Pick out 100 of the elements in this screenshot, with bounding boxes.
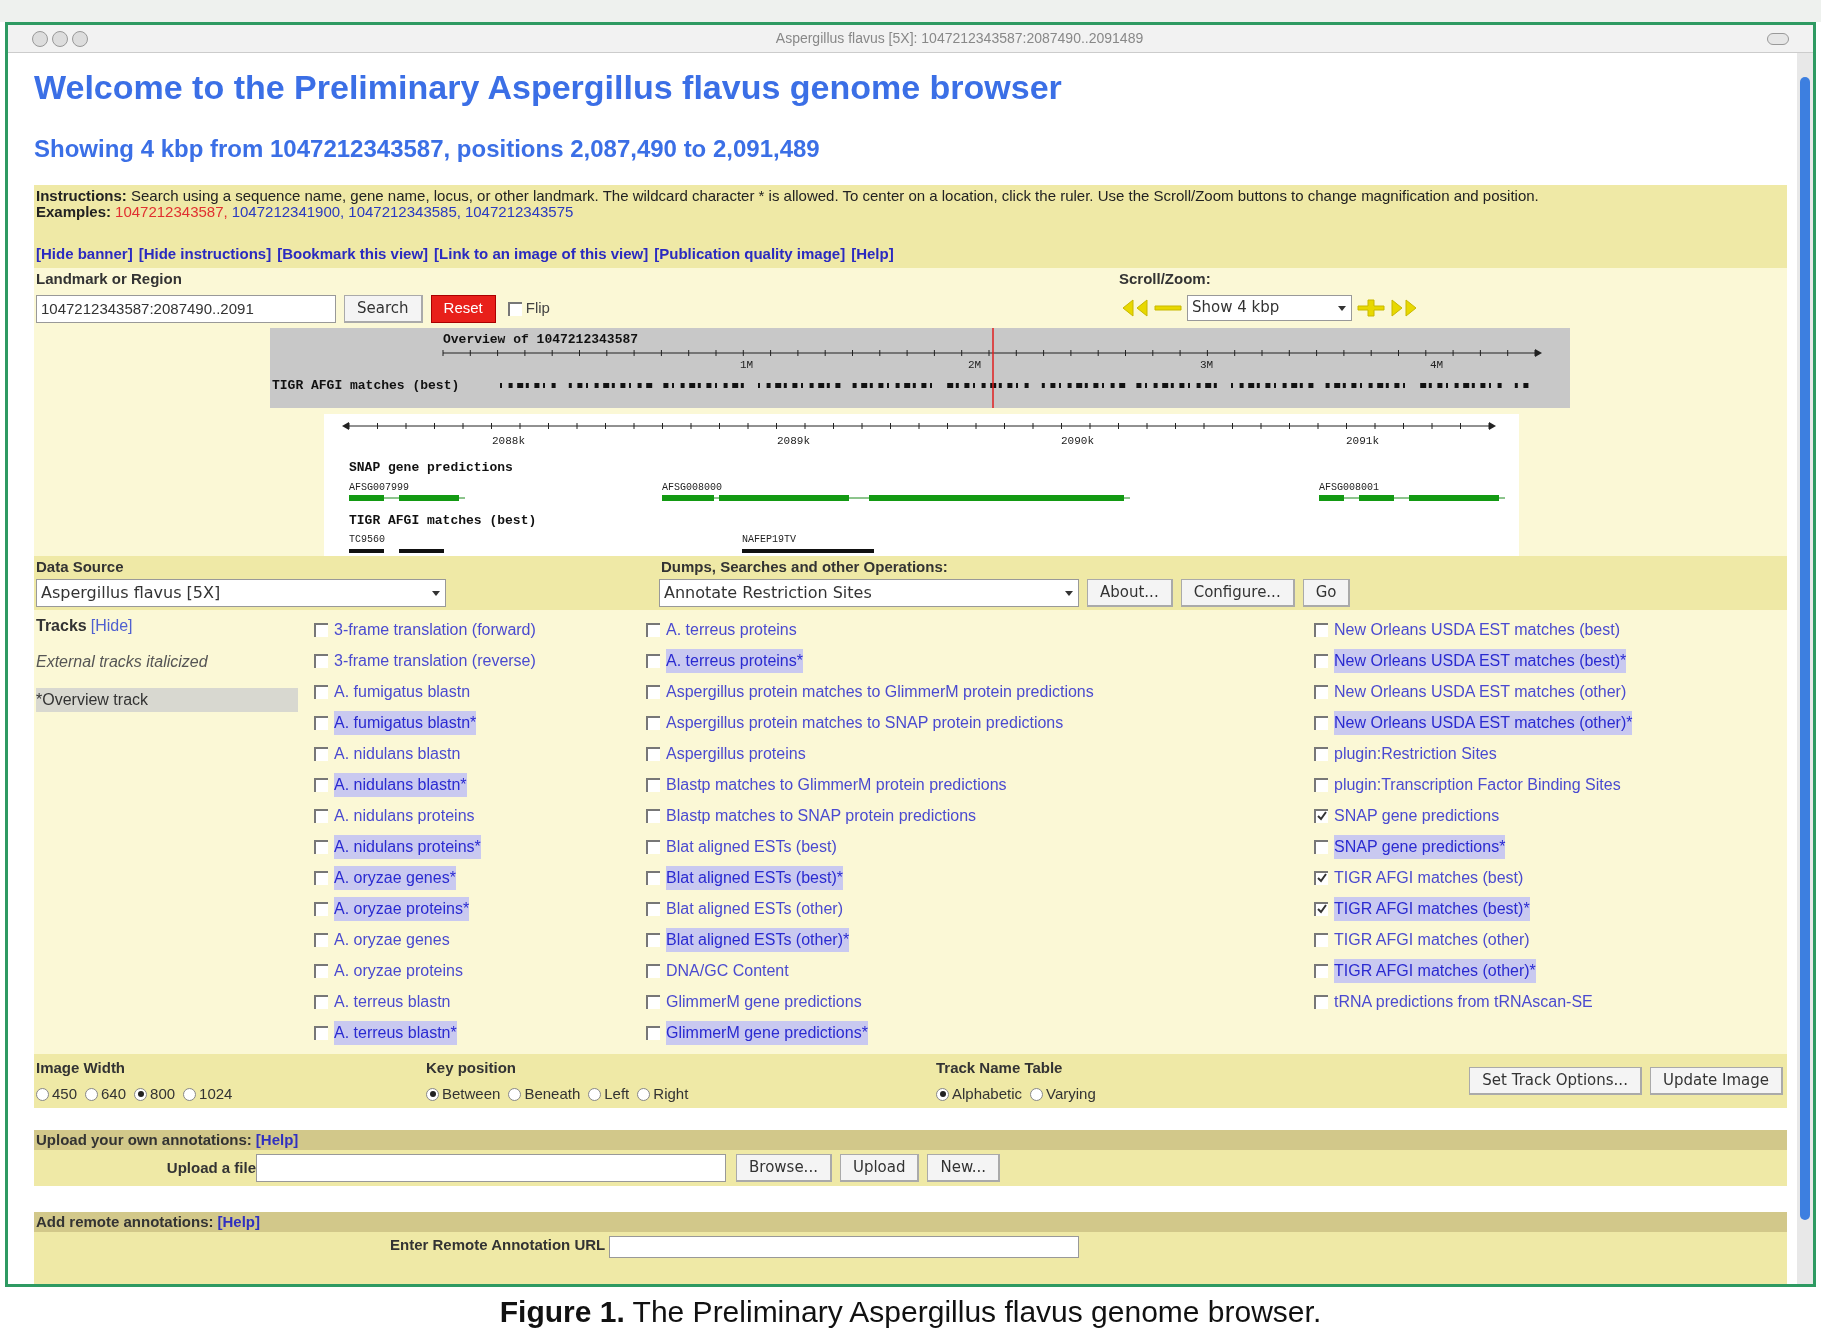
checkbox[interactable] (646, 870, 660, 885)
checkbox[interactable] (646, 994, 660, 1009)
checkbox[interactable] (646, 839, 660, 854)
nav-link[interactable]: [Bookmark this view] (277, 246, 429, 262)
checkbox[interactable] (314, 839, 328, 854)
gene-model-drawing[interactable] (661, 495, 1131, 501)
nav-link[interactable]: [Help] (851, 246, 894, 262)
radio-button[interactable] (426, 1087, 439, 1101)
window-control-icon[interactable] (52, 30, 68, 47)
track-label[interactable]: 3-frame translation (forward) (334, 617, 536, 642)
track-label[interactable]: New Orleans USDA EST matches (best)* (1334, 648, 1627, 673)
track-label[interactable]: Aspergillus protein matches to GlimmerM protein predictions (666, 679, 1094, 704)
checkbox[interactable] (646, 684, 660, 699)
track-label[interactable]: Blat aligned ESTs (best)* (666, 865, 843, 890)
track-label[interactable]: TIGR AFGI matches (other) (1334, 927, 1530, 952)
checkbox[interactable] (314, 994, 328, 1009)
search-button[interactable]: Search (344, 294, 423, 323)
nav-link[interactable]: [Hide instructions] (138, 246, 272, 262)
upload-button[interactable]: Browse... (736, 1154, 832, 1182)
example-link[interactable]: 1047212343587, (115, 204, 228, 220)
track-label[interactable]: A. nidulans blastn* (334, 772, 467, 797)
zoom-dropdown[interactable]: Show 4 kbp (1187, 294, 1352, 321)
track-label[interactable]: A. oryzae genes* (334, 865, 456, 890)
track-label[interactable]: A. fumigatus blastn* (334, 710, 477, 735)
window-control-icon[interactable] (32, 30, 48, 47)
track-label[interactable]: plugin:Transcription Factor Binding Sites (1334, 772, 1621, 797)
options-button[interactable]: Set Track Options... (1469, 1067, 1642, 1095)
checkbox[interactable] (314, 901, 328, 916)
checkbox[interactable] (1314, 932, 1328, 947)
track-label[interactable]: New Orleans USDA EST matches (best) (1334, 617, 1621, 642)
track-label[interactable]: GlimmerM gene predictions* (666, 1020, 868, 1045)
track-label[interactable]: Blat aligned ESTs (best) (666, 834, 837, 859)
radio-button[interactable] (508, 1087, 522, 1101)
nav-link[interactable]: [Publication quality image] (654, 246, 846, 262)
checkbox[interactable] (314, 684, 328, 699)
track-label[interactable]: plugin:Restriction Sites (1334, 741, 1497, 766)
checkbox[interactable] (314, 622, 328, 637)
checkbox[interactable] (314, 777, 328, 792)
track-label[interactable]: A. nidulans proteins (334, 803, 475, 828)
help-link[interactable]: [Help] (255, 1128, 299, 1152)
checkbox[interactable] (646, 808, 660, 823)
track-label[interactable]: A. oryzae genes (334, 927, 450, 952)
checkbox[interactable] (1314, 994, 1328, 1009)
radio-button[interactable] (36, 1087, 49, 1101)
checkbox[interactable] (1314, 622, 1328, 637)
track-label[interactable]: Blat aligned ESTs (other) (666, 896, 843, 921)
feature-bar-drawing[interactable] (349, 549, 444, 553)
track-label[interactable]: Aspergillus protein matches to SNAP protein predictions (666, 710, 1064, 735)
checkbox[interactable] (646, 901, 660, 916)
track-label[interactable]: A. fumigatus blastn (334, 679, 471, 704)
example-link[interactable]: 1047212341900, (231, 204, 345, 220)
radio-button[interactable] (134, 1087, 148, 1101)
track-label[interactable]: tRNA predictions from tRNAscan-SE (1334, 989, 1593, 1014)
help-link[interactable]: [Help] (217, 1210, 260, 1234)
checkbox[interactable] (646, 1025, 660, 1040)
upload-button[interactable]: Upload (839, 1154, 920, 1182)
overview-panel[interactable]: Overview of 1047212343587 1M 2M 3M 4M TIGR AFGI matches (best) (270, 328, 1570, 408)
radio-button[interactable] (183, 1087, 197, 1101)
radio-button[interactable] (936, 1087, 949, 1101)
radio-button[interactable] (588, 1087, 602, 1101)
operations-dropdown[interactable]: Annotate Restriction Sites (659, 579, 1079, 607)
checkbox[interactable] (1314, 839, 1328, 854)
checkbox[interactable] (646, 622, 660, 637)
radio-button[interactable] (85, 1087, 99, 1101)
reset-button[interactable]: Reset (430, 294, 496, 323)
track-label[interactable]: TIGR AFGI matches (best)* (1334, 896, 1530, 921)
track-label[interactable]: A. terreus proteins* (666, 648, 803, 673)
checkbox[interactable] (1314, 901, 1328, 916)
track-label[interactable]: A. nidulans blastn (334, 741, 461, 766)
options-button[interactable]: Update Image (1649, 1067, 1783, 1095)
checkbox[interactable] (646, 653, 660, 668)
checkbox[interactable] (314, 963, 328, 978)
track-label[interactable]: A. nidulans proteins* (334, 834, 481, 859)
track-label[interactable]: Aspergillus proteins (666, 741, 806, 766)
checkbox[interactable] (646, 777, 660, 792)
track-label[interactable]: A. oryzae proteins* (334, 896, 470, 921)
radio-button[interactable] (637, 1087, 651, 1101)
example-link[interactable]: 1047212343575 (464, 204, 574, 220)
track-label[interactable]: Blastp matches to GlimmerM protein predictions (666, 772, 1007, 797)
track-label[interactable]: A. terreus blastn* (334, 1020, 457, 1045)
checkbox[interactable] (314, 653, 328, 668)
checkbox[interactable] (1314, 746, 1328, 761)
track-label[interactable]: A. terreus proteins (666, 617, 797, 642)
track-label[interactable]: TIGR AFGI matches (best) (1334, 865, 1524, 890)
operation-button[interactable]: Configure... (1180, 579, 1295, 607)
landmark-field[interactable]: 1047212343587:2087490..2091 (36, 294, 336, 323)
checkbox[interactable] (314, 808, 328, 823)
gene-model-drawing[interactable] (348, 495, 466, 501)
track-label[interactable]: SNAP gene predictions (1334, 803, 1500, 828)
track-label[interactable]: A. terreus blastn (334, 989, 451, 1014)
checkbox[interactable] (646, 963, 660, 978)
radio-button[interactable] (1030, 1087, 1044, 1101)
scrollbar[interactable] (1797, 53, 1813, 1284)
track-label[interactable]: DNA/GC Content (666, 958, 789, 983)
checkbox[interactable] (646, 746, 660, 761)
nav-link[interactable]: [Link to an image of this view] (434, 246, 649, 262)
checkbox[interactable] (646, 932, 660, 947)
track-label[interactable]: Blat aligned ESTs (other)* (666, 927, 850, 952)
upload-button[interactable]: New... (927, 1154, 1001, 1182)
operation-button[interactable]: About... (1087, 579, 1173, 607)
